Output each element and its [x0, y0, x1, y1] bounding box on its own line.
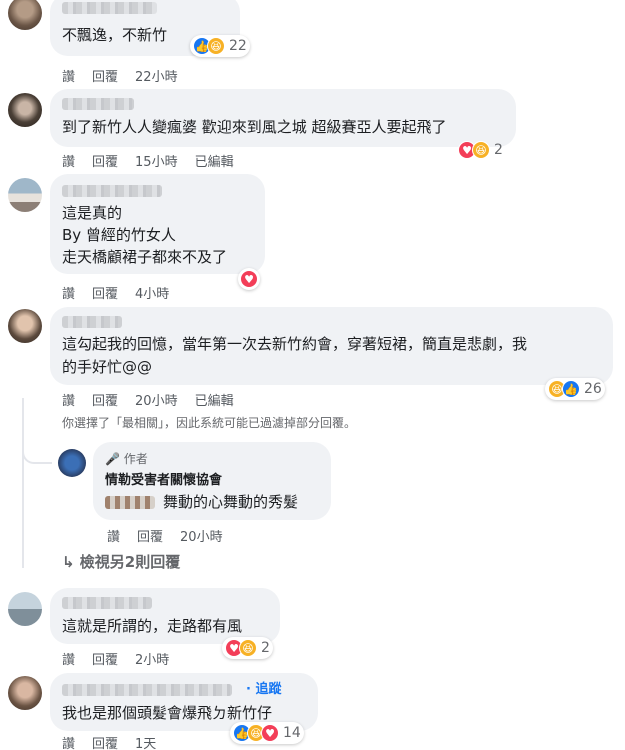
- reply-link[interactable]: 回覆: [92, 66, 118, 85]
- reaction-summary[interactable]: 👍 😆 22: [190, 35, 250, 57]
- author-name-blurred[interactable]: [62, 2, 157, 14]
- timestamp[interactable]: 15小時: [135, 151, 178, 170]
- mention-blurred[interactable]: [105, 496, 155, 509]
- author-name-blurred[interactable]: [62, 185, 162, 197]
- comment-text-line: 這是真的: [62, 204, 123, 222]
- timestamp[interactable]: 20小時: [135, 390, 178, 409]
- reaction-summary[interactable]: ♥: [238, 268, 260, 290]
- view-more-replies[interactable]: ↳ 檢視另2則回覆: [62, 552, 180, 573]
- comment-actions: 讚 回覆 2小時: [62, 649, 169, 668]
- reaction-count: 22: [229, 38, 247, 54]
- comment-text: 到了新竹人人變瘋婆 歡迎來到風之城 超級賽亞人要起飛了: [62, 118, 447, 136]
- timestamp[interactable]: 1天: [135, 733, 156, 750]
- follow-link[interactable]: · 追蹤: [246, 679, 281, 700]
- comment-text: 不飄逸，不新竹: [62, 26, 168, 44]
- comment-actions: 讚 回覆 22小時: [62, 66, 178, 85]
- reply-actions: 讚 回覆 20小時: [107, 526, 223, 545]
- reaction-summary[interactable]: ♥ 😆 2: [222, 637, 273, 659]
- avatar[interactable]: [8, 309, 42, 343]
- comment-bubble: 這就是所謂的，走路都有風: [50, 588, 280, 644]
- like-link[interactable]: 讚: [62, 66, 75, 85]
- avatar[interactable]: [8, 93, 42, 127]
- heart-icon: ♥: [261, 724, 279, 742]
- reply-author-name[interactable]: 情勒受害者關懷協會: [105, 470, 222, 491]
- like-icon: 👍: [562, 380, 580, 398]
- author-name-blurred[interactable]: [62, 98, 134, 110]
- like-link[interactable]: 讚: [62, 649, 75, 668]
- author-name-blurred[interactable]: [62, 316, 122, 328]
- comment-text-line: 這勾起我的回憶，當年第一次去新竹約會，穿著短裙，簡直是悲劇，我: [62, 335, 528, 353]
- thread-connector: [22, 440, 52, 464]
- comment-text-line: By 曾經的竹女人: [62, 226, 176, 244]
- comment-actions: 讚 回覆 20小時 已編輯: [62, 390, 234, 409]
- comment-actions: 讚 回覆 4小時: [62, 283, 169, 302]
- comment-text-line: 的手好忙@@: [62, 358, 153, 376]
- like-link[interactable]: 讚: [62, 390, 75, 409]
- reaction-count: 26: [584, 381, 602, 397]
- timestamp[interactable]: 22小時: [135, 66, 178, 85]
- reply-bubble: 🎤 作者 情勒受害者關懷協會 舞動的心舞動的秀髮: [93, 442, 331, 520]
- reaction-summary[interactable]: ♥ 😆 2: [458, 139, 503, 161]
- haha-icon: 😆: [207, 37, 225, 55]
- comment-text: 我也是那個頭髮會爆飛ㄉ新竹仔: [62, 704, 273, 722]
- avatar[interactable]: [8, 592, 42, 626]
- reaction-summary[interactable]: 👍 😆 ♥ 14: [230, 722, 304, 744]
- thread-line: [22, 398, 24, 568]
- author-name-blurred[interactable]: [62, 684, 232, 696]
- reaction-count: 14: [283, 725, 301, 741]
- reply-link[interactable]: 回覆: [92, 649, 118, 668]
- comment-actions: 讚 回覆 1天: [62, 733, 156, 750]
- author-name-blurred[interactable]: [62, 597, 152, 609]
- like-link[interactable]: 讚: [107, 526, 120, 545]
- edited-label[interactable]: 已編輯: [195, 390, 234, 409]
- avatar[interactable]: [8, 178, 42, 212]
- reply-text: 舞動的心舞動的秀髮: [163, 493, 299, 511]
- like-link[interactable]: 讚: [62, 151, 75, 170]
- comment-actions: 讚 回覆 15小時 已編輯: [62, 151, 234, 170]
- author-badge-label: 作者: [123, 452, 148, 466]
- comment-bubble: 這勾起我的回憶，當年第一次去新竹約會，穿著短裙，簡直是悲劇，我 的手好忙@@: [50, 307, 613, 385]
- timestamp[interactable]: 4小時: [135, 283, 169, 302]
- like-link[interactable]: 讚: [62, 733, 75, 750]
- comment-text-line: 走天橋顧裙子都來不及了: [62, 248, 228, 266]
- reply-link[interactable]: 回覆: [92, 283, 118, 302]
- haha-icon: 😆: [472, 141, 490, 159]
- comment-bubble: 這是真的 By 曾經的竹女人 走天橋顧裙子都來不及了: [50, 174, 265, 274]
- like-link[interactable]: 讚: [62, 283, 75, 302]
- avatar[interactable]: [8, 676, 42, 710]
- reaction-count: 2: [494, 142, 503, 158]
- user-icon: 🎤: [105, 452, 124, 466]
- edited-label[interactable]: 已編輯: [195, 151, 234, 170]
- reply-link[interactable]: 回覆: [92, 390, 118, 409]
- haha-icon: 😆: [239, 639, 257, 657]
- comment-text: 這就是所謂的，走路都有風: [62, 617, 243, 635]
- avatar[interactable]: [8, 0, 42, 30]
- reply-link[interactable]: 回覆: [137, 526, 163, 545]
- timestamp[interactable]: 20小時: [180, 526, 223, 545]
- reaction-count: 2: [261, 640, 270, 656]
- heart-icon: ♥: [240, 270, 258, 288]
- comment-bubble: 到了新竹人人變瘋婆 歡迎來到風之城 超級賽亞人要起飛了: [50, 89, 516, 147]
- page-avatar[interactable]: [58, 449, 86, 477]
- reaction-summary[interactable]: 😆 👍 26: [545, 378, 605, 400]
- author-badge: 🎤 作者: [105, 449, 148, 470]
- filter-notice: 你選擇了「最相關」，因此系統可能已過濾掉部分回覆。: [62, 416, 357, 430]
- timestamp[interactable]: 2小時: [135, 649, 169, 668]
- reply-link[interactable]: 回覆: [92, 151, 118, 170]
- reply-link[interactable]: 回覆: [92, 733, 118, 750]
